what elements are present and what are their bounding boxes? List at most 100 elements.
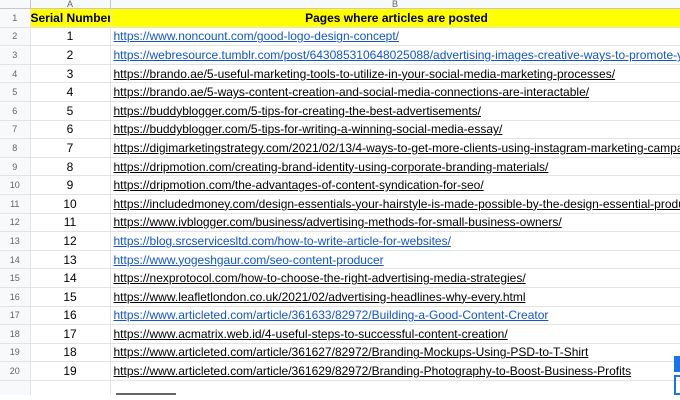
serial-number-cell[interactable]: 18 <box>30 343 111 363</box>
article-link[interactable]: https://www.articleted.com/article/36163… <box>114 308 549 322</box>
serial-number-cell[interactable]: 9 <box>30 175 111 195</box>
url-cell[interactable]: https://www.yogeshgaur.com/seo-content-p… <box>110 250 680 270</box>
row-number[interactable]: 8 <box>0 138 31 158</box>
column-header-row: A B <box>0 0 680 9</box>
sheet-grid: A B 1 Serial Number Pages where articles… <box>0 0 680 395</box>
table-row: 13 12 https://blog.srcservicesltd.com/how-… <box>0 231 680 251</box>
column-header-b[interactable]: B <box>110 0 680 9</box>
serial-number-cell[interactable]: 5 <box>30 101 111 121</box>
table-row: 20 19 https://www.articleted.com/article/3… <box>0 361 680 381</box>
table-row: 8 7 https://digimarketingstrategy.com/2021… <box>0 138 680 158</box>
row-number[interactable]: 13 <box>0 231 31 251</box>
article-link[interactable]: https://www.ivblogger.com/business/adver… <box>114 215 562 229</box>
serial-number-cell[interactable]: 3 <box>30 64 111 84</box>
row-number[interactable]: 9 <box>0 157 31 177</box>
serial-number-cell[interactable]: 12 <box>30 231 111 251</box>
url-cell[interactable]: https://www.articleted.com/article/36163… <box>110 306 680 326</box>
table-row: 2 1 https://www.noncount.com/good-logo-des… <box>0 27 680 47</box>
serial-number-cell[interactable] <box>30 380 111 395</box>
table-row: 19 18 https://www.articleted.com/article/3… <box>0 343 680 363</box>
row-number[interactable]: 12 <box>0 213 31 233</box>
article-link[interactable]: https://digimarketingstrategy.com/2021/0… <box>114 141 680 155</box>
serial-number-cell[interactable]: 17 <box>30 324 111 344</box>
url-cell[interactable]: https://www.ivblogger.com/business/adver… <box>110 213 680 233</box>
row-number[interactable]: 16 <box>0 287 31 307</box>
serial-number-cell[interactable]: 7 <box>30 138 111 158</box>
serial-number-cell[interactable]: 10 <box>30 194 111 214</box>
article-link[interactable]: https://brando.ae/5-useful-marketing-too… <box>114 67 616 81</box>
article-link[interactable]: https://www.leafletlondon.co.uk/2021/02/… <box>114 290 526 304</box>
row-number[interactable] <box>0 380 31 395</box>
serial-number-cell[interactable]: 19 <box>30 361 111 381</box>
article-link[interactable]: https://nexprotocol.com/how-to-choose-th… <box>114 271 526 285</box>
serial-number-cell[interactable]: 14 <box>30 268 111 288</box>
url-cell[interactable]: https://www.articleted.com/article/36162… <box>110 343 680 363</box>
article-link[interactable]: https://buddyblogger.com/5-tips-for-writ… <box>114 122 503 136</box>
url-cell[interactable]: https://brando.ae/5-useful-marketing-too… <box>110 64 680 84</box>
url-cell[interactable]: https://buddyblogger.com/5-tips-for-crea… <box>110 101 680 121</box>
header-cell-pages[interactable]: Pages where articles are posted <box>110 8 680 28</box>
url-cell[interactable]: https://nexprotocol.com/how-to-choose-th… <box>110 268 680 288</box>
row-number[interactable]: 5 <box>0 82 31 102</box>
article-link[interactable]: https://buddyblogger.com/5-tips-for-crea… <box>114 104 482 118</box>
article-link[interactable]: https://blog.srcservicesltd.com/how-to-w… <box>114 234 451 248</box>
url-cell[interactable]: https://www.noncount.com/good-logo-desig… <box>110 27 680 47</box>
serial-number-cell[interactable]: 6 <box>30 120 111 140</box>
url-cell[interactable]: https://www.articleted.com/article/36162… <box>110 361 680 381</box>
row-number[interactable]: 10 <box>0 175 31 195</box>
row-number[interactable]: 6 <box>0 101 31 121</box>
row-number[interactable]: 20 <box>0 361 31 381</box>
article-link[interactable]: https://www.yogeshgaur.com/seo-content-p… <box>114 253 384 267</box>
article-link[interactable]: https://dripmotion.com/the-advantages-of… <box>114 178 484 192</box>
row-number[interactable]: 4 <box>0 64 31 84</box>
row-number[interactable]: 15 <box>0 268 31 288</box>
article-link[interactable]: https://www.articleted.com/article/36162… <box>114 364 632 378</box>
serial-number-cell[interactable]: 11 <box>30 213 111 233</box>
url-cell[interactable]: https://digimarketingstrategy.com/2021/0… <box>110 138 680 158</box>
table-row: 7 6 https://buddyblogger.com/5-tips-for-wr… <box>0 120 680 140</box>
article-link[interactable]: https://www.noncount.com/good-logo-desig… <box>114 29 400 43</box>
table-row: 16 15 https://www.leafletlondon.co.uk/2021… <box>0 287 680 307</box>
cell-selection-box[interactable] <box>674 375 680 395</box>
url-cell[interactable]: https://www.leafletlondon.co.uk/2021/02/… <box>110 287 680 307</box>
url-cell[interactable]: https://webresource.tumblr.com/post/6430… <box>110 45 680 65</box>
row-number[interactable]: 17 <box>0 306 31 326</box>
serial-number-cell[interactable]: 16 <box>30 306 111 326</box>
serial-number-cell[interactable]: 1 <box>30 27 111 47</box>
url-cell[interactable] <box>110 380 680 395</box>
row-number[interactable]: 2 <box>0 27 31 47</box>
row-number[interactable]: 19 <box>0 343 31 363</box>
article-link[interactable]: https://www.acmatrix.web.id/4-useful-ste… <box>114 327 508 341</box>
header-cell-serial-number[interactable]: Serial Number <box>30 8 111 28</box>
serial-number-cell[interactable]: 8 <box>30 157 111 177</box>
article-link[interactable]: https://includedmoney.com/design-essenti… <box>114 197 680 211</box>
serial-number-cell[interactable]: 2 <box>30 45 111 65</box>
url-cell[interactable]: https://www.acmatrix.web.id/4-useful-ste… <box>110 324 680 344</box>
table-row: 5 4 https://brando.ae/5-ways-content-creat… <box>0 82 680 102</box>
column-header-a[interactable]: A <box>30 0 111 9</box>
url-cell[interactable]: https://dripmotion.com/the-advantages-of… <box>110 175 680 195</box>
serial-number-cell[interactable]: 4 <box>30 82 111 102</box>
table-row: 3 2 https://webresource.tumblr.com/post/64… <box>0 45 680 65</box>
row-number[interactable]: 18 <box>0 324 31 344</box>
table-row: 4 3 https://brando.ae/5-useful-marketing-t… <box>0 64 680 84</box>
article-link[interactable]: https://www.articleted.com/article/36162… <box>114 345 589 359</box>
serial-number-cell[interactable]: 15 <box>30 287 111 307</box>
url-cell[interactable]: https://buddyblogger.com/5-tips-for-writ… <box>110 120 680 140</box>
row-number[interactable]: 14 <box>0 250 31 270</box>
url-cell[interactable]: https://includedmoney.com/design-essenti… <box>110 194 680 214</box>
url-cell[interactable]: https://brando.ae/5-ways-content-creatio… <box>110 82 680 102</box>
scroll-handle[interactable] <box>674 356 680 372</box>
url-cell[interactable]: https://dripmotion.com/creating-brand-id… <box>110 157 680 177</box>
url-cell[interactable]: https://blog.srcservicesltd.com/how-to-w… <box>110 231 680 251</box>
row-number[interactable]: 7 <box>0 120 31 140</box>
select-all-corner[interactable] <box>0 0 31 9</box>
article-link[interactable]: https://dripmotion.com/creating-brand-id… <box>114 160 549 174</box>
article-link[interactable]: https://webresource.tumblr.com/post/6430… <box>114 48 680 62</box>
article-link[interactable]: https://brando.ae/5-ways-content-creatio… <box>114 85 590 99</box>
table-row <box>0 380 680 395</box>
row-number[interactable]: 3 <box>0 45 31 65</box>
row-number[interactable]: 1 <box>0 8 31 28</box>
serial-number-cell[interactable]: 13 <box>30 250 111 270</box>
row-number[interactable]: 11 <box>0 194 31 214</box>
